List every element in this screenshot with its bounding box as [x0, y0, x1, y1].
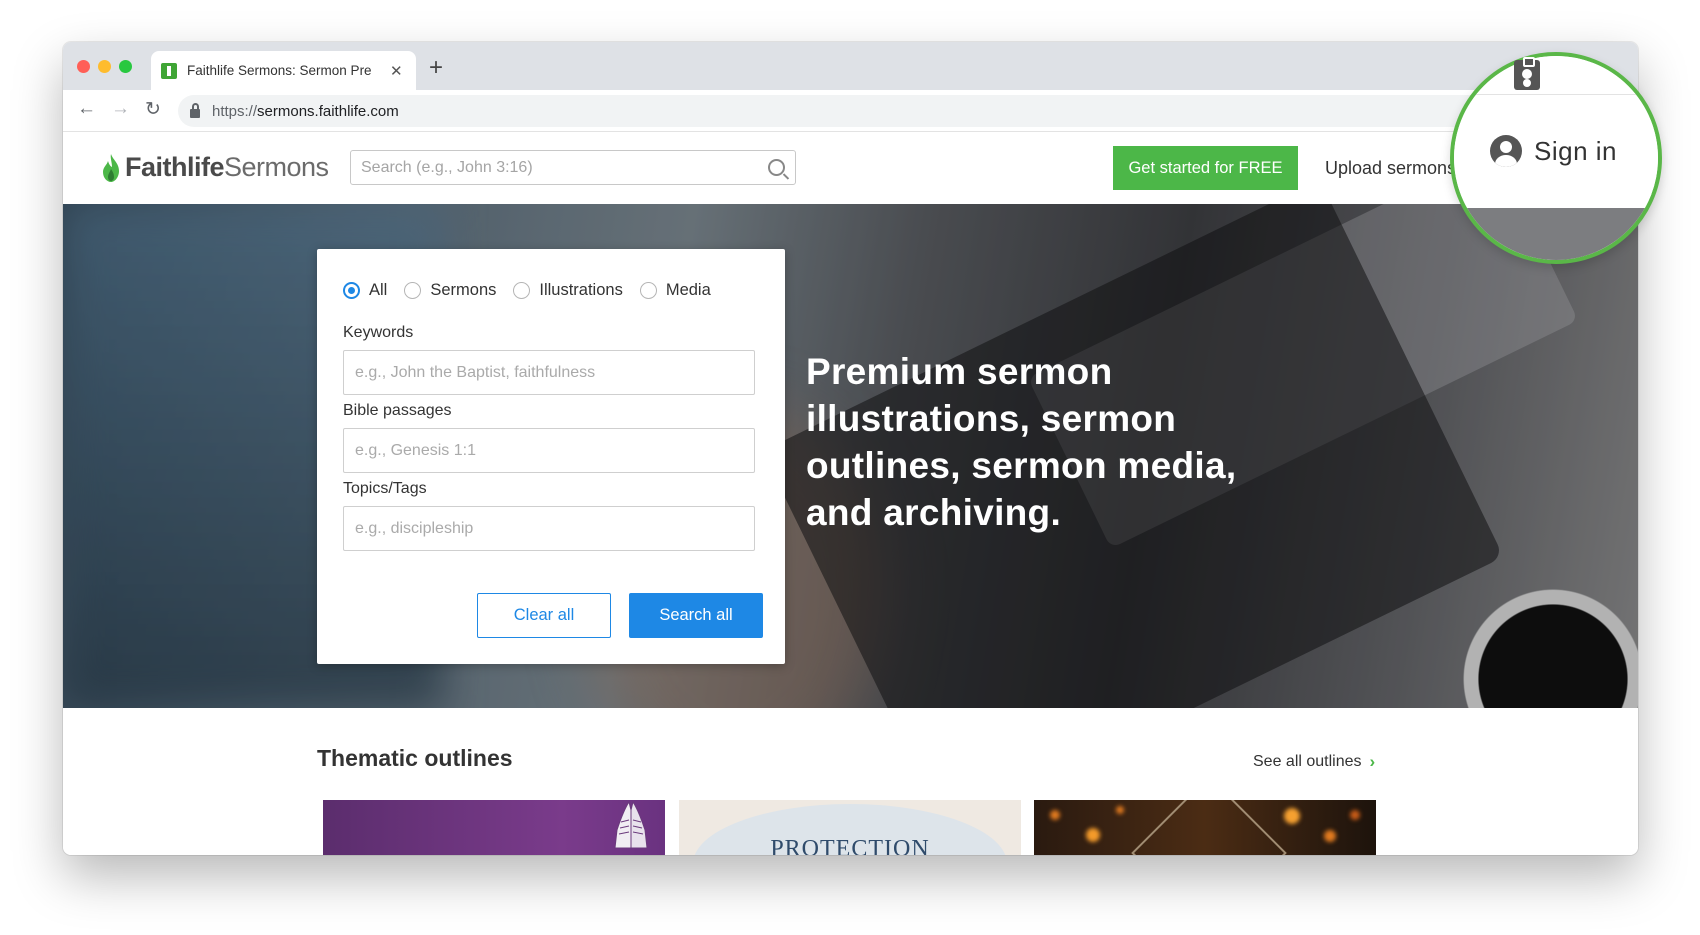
close-window-button[interactable]: [77, 60, 90, 73]
advanced-search-card: All Sermons Illustrations Media Keywords…: [317, 249, 785, 664]
search-all-button[interactable]: Search all: [629, 593, 763, 638]
outline-card-prayer[interactable]: [323, 800, 665, 855]
sign-in-button[interactable]: Sign in: [1490, 135, 1617, 167]
radio-all-label: All: [369, 281, 388, 299]
close-tab-icon[interactable]: ✕: [390, 62, 403, 80]
radio-all[interactable]: All: [343, 281, 387, 300]
sign-in-highlight-callout: Sign in: [1450, 52, 1662, 264]
new-tab-icon[interactable]: +: [429, 54, 443, 82]
radio-media-dot[interactable]: [639, 282, 657, 299]
outline-card-protection[interactable]: PROTECTION: [679, 800, 1021, 855]
radio-all-dot[interactable]: [343, 282, 360, 299]
radio-media[interactable]: Media: [639, 281, 711, 300]
search-icon[interactable]: [768, 159, 785, 176]
faithlife-sermons-logo[interactable]: Faithlife Sermons: [101, 152, 329, 183]
minimize-window-button[interactable]: [98, 60, 111, 73]
reload-icon[interactable]: ↻: [145, 98, 161, 121]
see-all-outlines-link[interactable]: See all outlines ›: [1253, 752, 1375, 772]
thematic-outlines-section: Thematic outlines See all outlines › PRO…: [63, 708, 1638, 855]
browser-window: Faithlife Sermons: Sermon Pre ✕ + ← → ↻ …: [63, 42, 1638, 855]
profile-badge-icon[interactable]: [1514, 57, 1540, 90]
address-bar[interactable]: https:// sermons.faithlife.com: [178, 95, 1615, 127]
url-scheme: https://: [212, 102, 258, 120]
url-host: sermons.faithlife.com: [257, 102, 399, 120]
topics-tags-label: Topics/Tags: [343, 480, 427, 497]
hero-heading: Premium sermon illustrations, sermon out…: [806, 351, 1237, 533]
lock-icon: [190, 102, 200, 118]
logo-text-sermons: Sermons: [224, 152, 329, 182]
radio-illustrations-label: Illustrations: [539, 281, 623, 299]
user-avatar-icon: [1490, 135, 1522, 167]
browser-tab[interactable]: Faithlife Sermons: Sermon Pre ✕: [151, 51, 416, 90]
chevron-right-icon: ›: [1369, 752, 1376, 771]
faithlife-favicon-icon: [161, 62, 177, 79]
radio-illustrations-dot[interactable]: [513, 282, 531, 299]
site-header: Faithlife Sermons Get started for FREE U…: [63, 132, 1638, 204]
logo-text-faithlife: Faithlife: [125, 152, 225, 182]
sign-in-label: Sign in: [1534, 135, 1617, 166]
content-type-radio-group: All Sermons Illustrations Media: [343, 281, 728, 300]
forward-arrow-icon[interactable]: →: [111, 98, 130, 120]
site-search-box: [350, 150, 796, 185]
section-title: Thematic outlines: [317, 745, 513, 771]
keywords-input[interactable]: [343, 350, 755, 395]
praying-hands-icon: [614, 800, 648, 849]
browser-toolbar: ← → ↻ https:// sermons.faithlife.com: [63, 90, 1638, 132]
bible-passages-input[interactable]: [343, 428, 755, 473]
bible-passages-label: Bible passages: [343, 402, 452, 419]
site-search-input[interactable]: [361, 158, 768, 177]
keywords-label: Keywords: [343, 324, 414, 341]
clear-all-button[interactable]: Clear all: [477, 593, 611, 638]
radio-sermons-label: Sermons: [430, 281, 497, 299]
back-arrow-icon[interactable]: ←: [77, 98, 96, 120]
flame-logo-icon: [103, 153, 119, 182]
hero-banner: All Sermons Illustrations Media Keywords…: [63, 204, 1638, 708]
tab-bar: Faithlife Sermons: Sermon Pre ✕ +: [63, 42, 1638, 90]
radio-media-label: Media: [665, 281, 711, 299]
radio-sermons[interactable]: Sermons: [404, 281, 496, 300]
see-all-label: See all outlines: [1253, 753, 1362, 770]
radio-illustrations[interactable]: Illustrations: [513, 281, 623, 300]
tab-title: Faithlife Sermons: Sermon Pre: [187, 63, 372, 78]
outline-card-protection-title: PROTECTION: [770, 836, 930, 855]
radio-sermons-dot[interactable]: [404, 282, 422, 299]
upload-sermons-link[interactable]: Upload sermons: [1325, 158, 1453, 179]
maximize-window-button[interactable]: [119, 60, 132, 73]
get-started-button[interactable]: Get started for FREE: [1113, 146, 1298, 190]
outline-card-fire[interactable]: [1034, 800, 1376, 855]
topics-tags-input[interactable]: [343, 506, 755, 551]
